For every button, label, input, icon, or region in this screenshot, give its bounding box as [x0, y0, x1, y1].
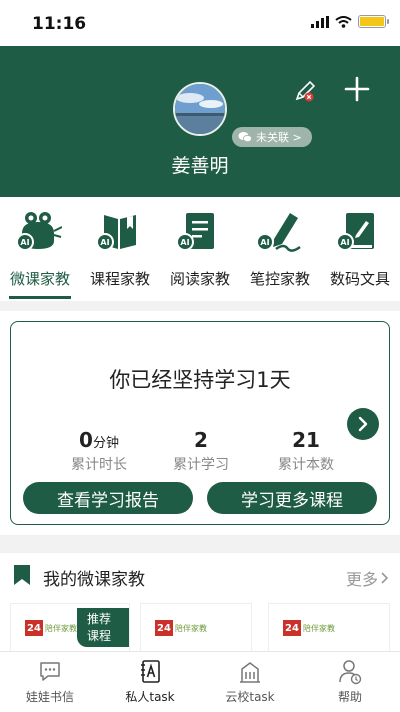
course-logo: 24 陪伴家教 — [283, 620, 335, 636]
wifi-icon — [335, 15, 352, 28]
tab-bikong[interactable]: AI 笔控家教 — [240, 197, 320, 301]
view-report-button[interactable]: 查看学习报告 — [23, 482, 193, 514]
more-link[interactable]: 更多 — [346, 566, 390, 590]
wechat-status-text: 未关联 > — [256, 131, 302, 144]
stat-value: 21 — [292, 428, 320, 452]
stat-label: 累计学习 — [173, 457, 229, 473]
wechat-link-badge[interactable]: 未关联 > — [232, 127, 312, 147]
logo-number: 24 — [25, 620, 43, 636]
tab-label: 数码文具 — [329, 270, 390, 288]
logo-caption: 陪伴家教 — [175, 623, 207, 633]
stat-books: 21 累计本数 — [251, 428, 361, 474]
plus-icon — [344, 76, 370, 102]
nav-item-letters[interactable]: 娃娃书信 — [0, 652, 100, 712]
bottom-nav: 娃娃书信 私人task 云校task 帮助 — [0, 651, 400, 711]
status-time: 11:16 — [32, 14, 87, 34]
wechat-icon — [238, 132, 252, 143]
tab-yuedu[interactable]: AI 阅读家教 — [160, 197, 240, 301]
tab-weike[interactable]: AI 微课家教 — [0, 197, 80, 301]
section-divider — [0, 535, 400, 553]
stat-value: 2 — [194, 428, 208, 452]
tab-shuma[interactable]: AI 数码文具 — [320, 197, 400, 301]
avatar[interactable] — [173, 82, 227, 136]
my-courses-header: 我的微课家教 更多 — [0, 553, 400, 599]
edit-button[interactable] — [292, 78, 318, 104]
stat-duration: 0分钟 累计时长 — [44, 428, 154, 474]
logo-caption: 陪伴家教 — [303, 623, 335, 633]
more-link-label: 更多 — [345, 570, 378, 589]
logo-number: 24 — [283, 620, 301, 636]
nav-label: 云校task — [225, 690, 275, 704]
learning-progress-card: 你已经坚持学习1天 0分钟 累计时长 2 累计学习 21 累计本数 查看学习报告… — [10, 321, 390, 525]
signal-icon — [311, 15, 329, 28]
nav-item-private-task[interactable]: 私人task — [100, 652, 200, 712]
nav-label: 帮助 — [337, 690, 362, 704]
course-logo: 24 陪伴家教 — [155, 620, 207, 636]
tab-label: 阅读家教 — [169, 270, 230, 288]
more-courses-button[interactable]: 学习更多课程 — [207, 482, 377, 514]
add-button[interactable] — [344, 76, 370, 102]
avatar-landscape-image — [175, 84, 225, 134]
logo-number: 24 — [155, 620, 173, 636]
section-divider — [0, 301, 400, 311]
ai-badge: AI — [16, 233, 34, 251]
tab-label: 笔控家教 — [249, 270, 310, 288]
status-bar: 11:16 — [0, 0, 400, 46]
tab-label: 微课家教 — [9, 270, 70, 288]
active-tab-indicator — [9, 296, 71, 299]
stat-label: 累计时长 — [71, 457, 127, 473]
recommended-tag: 推荐课程 — [77, 608, 129, 647]
ai-badge: AI — [336, 233, 354, 251]
nav-label: 娃娃书信 — [25, 690, 74, 704]
battery-icon — [358, 15, 389, 28]
ai-badge: AI — [96, 233, 114, 251]
stat-unit: 分钟 — [92, 436, 119, 451]
stat-value: 0 — [79, 428, 93, 452]
logo-caption: 陪伴家教 — [45, 623, 77, 633]
nav-item-help[interactable]: 帮助 — [300, 652, 400, 712]
nav-label: 私人task — [125, 690, 175, 704]
course-card[interactable]: 24 陪伴家教 — [268, 603, 390, 651]
school-building-icon — [240, 662, 260, 683]
tab-label: 课程家教 — [89, 270, 150, 288]
ai-badge: AI — [176, 233, 194, 251]
profile-header: 未关联 > 姜善明 — [0, 46, 400, 197]
chevron-right-icon — [381, 572, 389, 584]
status-icons — [311, 15, 389, 28]
ai-badge: AI — [256, 233, 274, 251]
stat-learned: 2 累计学习 — [146, 428, 256, 474]
course-strip: 24 陪伴家教 推荐课程 24 陪伴家教 24 陪伴家教 — [0, 599, 400, 651]
help-person-icon — [339, 660, 362, 685]
tab-kecheng[interactable]: AI 课程家教 — [80, 197, 160, 301]
course-card[interactable]: 24 陪伴家教 推荐课程 — [10, 603, 130, 651]
notebook-a-icon — [141, 660, 160, 683]
course-card[interactable]: 24 陪伴家教 — [140, 603, 252, 651]
category-tabs: AI 微课家教 AI 课程家教 AI 阅读家教 AI 笔控家教 AI 数码文具 — [0, 197, 400, 301]
section-title: 我的微课家教 — [43, 570, 145, 590]
nav-item-school-task[interactable]: 云校task — [200, 652, 300, 712]
stat-label: 累计本数 — [278, 457, 334, 473]
course-logo: 24 陪伴家教 — [25, 620, 77, 636]
user-name: 姜善明 — [171, 155, 229, 177]
bookmark-icon — [14, 565, 30, 585]
streak-title: 你已经坚持学习1天 — [109, 368, 291, 392]
pencil-icon — [295, 80, 316, 102]
chat-bubble-icon — [40, 662, 60, 681]
